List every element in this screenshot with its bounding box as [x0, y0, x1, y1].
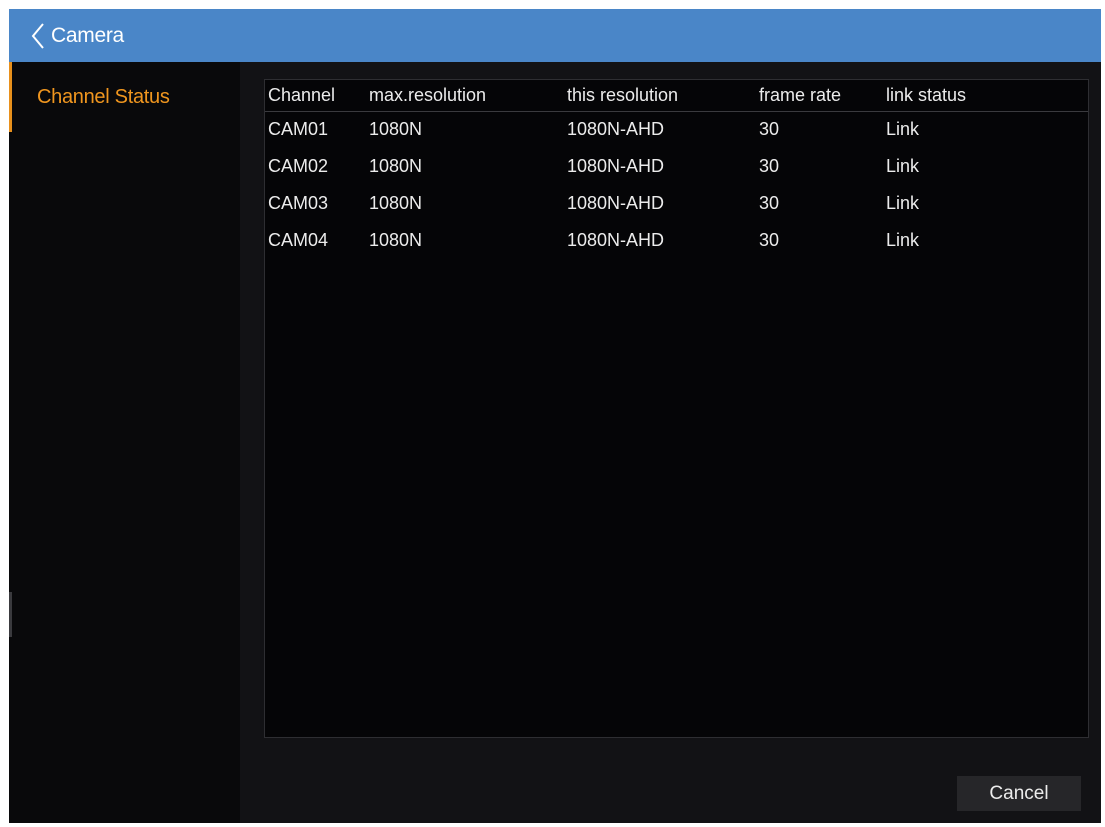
page-title[interactable]: Camera	[51, 24, 124, 48]
cell-channel: CAM02	[268, 156, 329, 176]
cell-link-status: Link	[886, 230, 920, 250]
table-header-row: Channel max.resolution this resolution f…	[265, 80, 1088, 111]
cell-frame-rate: 30	[759, 193, 780, 213]
camera-window: Camera Channel Status Channel max.resolu…	[9, 9, 1101, 823]
channel-status-table: Channel max.resolution this resolution f…	[264, 79, 1089, 738]
cell-channel: CAM04	[268, 230, 329, 250]
cell-channel: CAM03	[268, 193, 329, 213]
table-row[interactable]: CAM01 1080N 1080N-AHD 30 Link	[265, 111, 1088, 148]
sidebar-item-label: Channel Status	[37, 85, 170, 108]
sidebar: Channel Status	[9, 62, 240, 823]
cell-max-resolution: 1080N	[369, 230, 423, 250]
table-row[interactable]: CAM03 1080N 1080N-AHD 30 Link	[265, 185, 1088, 222]
sidebar-item-channel-status[interactable]: Channel Status	[9, 62, 240, 132]
table-row[interactable]: CAM02 1080N 1080N-AHD 30 Link	[265, 148, 1088, 185]
cell-this-resolution: 1080N-AHD	[567, 119, 665, 140]
title-bar: Camera	[9, 9, 1101, 62]
cell-frame-rate: 30	[759, 230, 780, 250]
cell-frame-rate: 30	[759, 119, 780, 140]
column-header-channel: Channel	[268, 84, 336, 105]
table-row[interactable]: CAM04 1080N 1080N-AHD 30 Link	[265, 222, 1088, 259]
column-header-link-status: link status	[886, 84, 967, 105]
cell-max-resolution: 1080N	[369, 156, 423, 176]
cell-this-resolution: 1080N-AHD	[567, 156, 665, 176]
cell-this-resolution: 1080N-AHD	[567, 230, 665, 250]
cell-link-status: Link	[886, 119, 920, 140]
cell-link-status: Link	[886, 193, 920, 213]
cell-link-status: Link	[886, 156, 920, 176]
cell-frame-rate: 30	[759, 156, 780, 176]
column-header-max-resolution: max.resolution	[369, 84, 487, 105]
cell-max-resolution: 1080N	[369, 193, 423, 213]
column-header-this-resolution: this resolution	[567, 84, 679, 105]
cancel-button[interactable]: Cancel	[957, 776, 1081, 811]
chevron-left-icon[interactable]	[27, 21, 49, 51]
active-indicator	[9, 62, 12, 132]
column-header-frame-rate: frame rate	[759, 84, 842, 105]
cell-channel: CAM01	[268, 119, 329, 140]
edge-handle	[9, 592, 12, 637]
cell-this-resolution: 1080N-AHD	[567, 193, 665, 213]
cell-max-resolution: 1080N	[369, 119, 423, 140]
main-panel: Channel max.resolution this resolution f…	[240, 62, 1101, 823]
